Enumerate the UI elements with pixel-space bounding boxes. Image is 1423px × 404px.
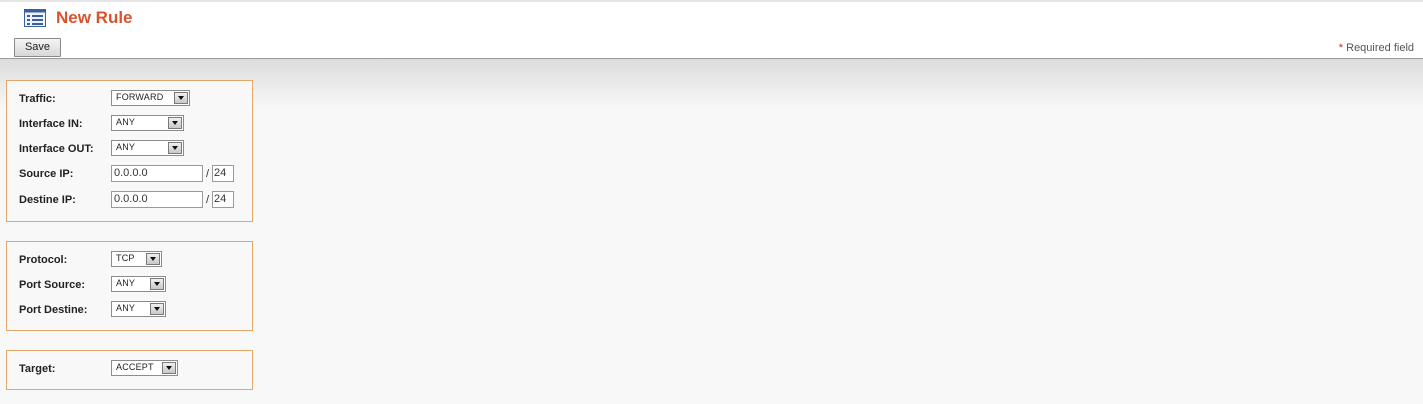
page-header: New Rule Save * Required field [0,0,1423,59]
chevron-down-icon [146,253,160,265]
protocol-value: TCP [116,253,135,263]
source-ip-row: Source IP: 0.0.0.0 / 24 [19,165,249,185]
page-title: New Rule [56,8,133,27]
traffic-value: FORWARD [116,92,164,102]
interface-out-row: Interface OUT: ANY [19,140,249,160]
chevron-down-icon [150,278,164,290]
interface-in-select[interactable]: ANY [111,115,184,131]
chevron-down-icon [150,303,164,315]
interface-in-row: Interface IN: ANY [19,115,249,135]
target-value: ACCEPT [116,362,154,372]
ports-fieldset: Protocol: TCP Port Source: ANY Port Dest… [6,241,253,331]
port-destine-label: Port Destine: [19,304,88,316]
interface-in-value: ANY [116,117,136,127]
target-select[interactable]: ACCEPT [111,360,178,376]
port-destine-row: Port Destine: ANY [19,301,249,321]
protocol-row: Protocol: TCP [19,251,249,271]
source-ip-slash: / [206,168,210,180]
protocol-label: Protocol: [19,254,68,266]
destine-ip-row: Destine IP: 0.0.0.0 / 24 [19,191,249,211]
protocol-select[interactable]: TCP [111,251,162,267]
port-destine-value: ANY [116,303,136,313]
save-button[interactable]: Save [14,38,61,57]
traffic-select[interactable]: FORWARD [111,90,190,106]
required-text: Required field [1346,42,1414,54]
target-label: Target: [19,363,56,375]
network-fieldset: Traffic: FORWARD Interface IN: ANY Inter… [6,80,253,222]
interface-out-value: ANY [116,142,136,152]
chevron-down-icon [168,117,182,129]
interface-out-select[interactable]: ANY [111,140,184,156]
chevron-down-icon [174,92,188,104]
required-star: * [1338,42,1344,54]
destine-ip-slash: / [206,194,210,206]
destine-mask-input[interactable]: 24 [212,191,234,208]
traffic-row: Traffic: FORWARD [19,90,249,110]
traffic-label: Traffic: [19,93,56,105]
required-field-note: * Required field [1339,42,1414,54]
port-destine-select[interactable]: ANY [111,301,166,317]
chevron-down-icon [162,362,176,374]
list-icon [24,9,46,27]
chevron-down-icon [168,142,182,154]
port-source-value: ANY [116,278,136,288]
destine-ip-input[interactable]: 0.0.0.0 [111,191,203,208]
target-fieldset: Target: ACCEPT [6,350,253,390]
port-source-label: Port Source: [19,279,86,291]
source-ip-input[interactable]: 0.0.0.0 [111,165,203,182]
destine-ip-label: Destine IP: [19,194,76,206]
port-source-row: Port Source: ANY [19,276,249,296]
source-ip-label: Source IP: [19,168,74,180]
target-row: Target: ACCEPT [19,360,249,380]
source-mask-input[interactable]: 24 [212,165,234,182]
interface-in-label: Interface IN: [19,118,83,130]
port-source-select[interactable]: ANY [111,276,166,292]
interface-out-label: Interface OUT: [19,143,94,155]
